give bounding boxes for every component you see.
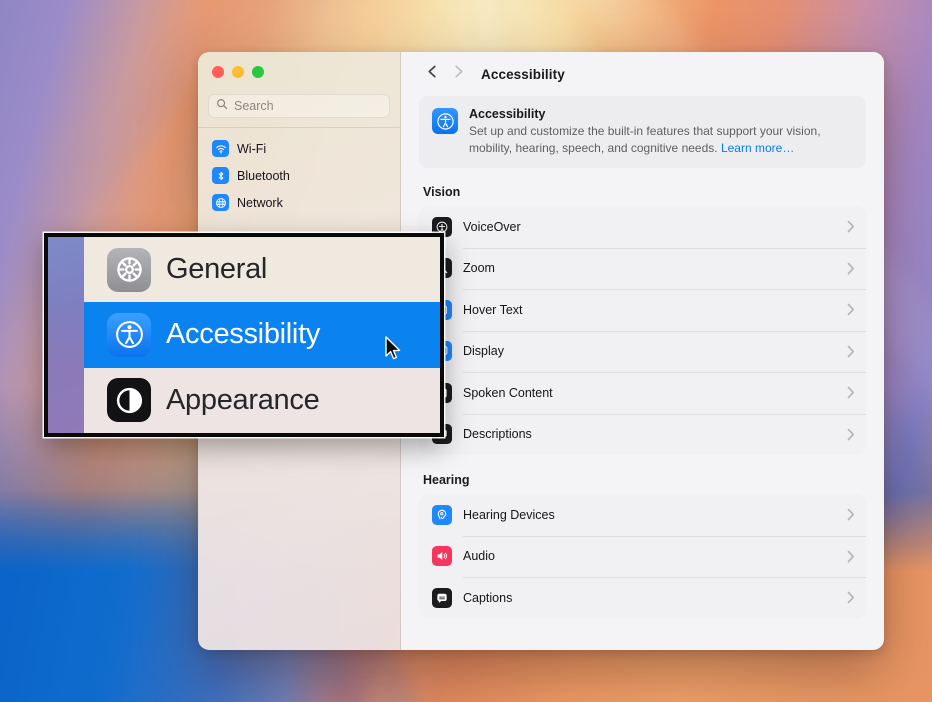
pref-row-label: Zoom <box>463 261 495 276</box>
callout-row-appearance[interactable]: Appearance <box>84 367 440 433</box>
section-title-hearing: Hearing <box>423 473 470 488</box>
sidebar-item-bluetooth[interactable]: Bluetooth <box>206 162 392 189</box>
globe-icon <box>212 194 229 211</box>
chevron-right-icon <box>452 64 465 84</box>
sidebar-item-label: Wi-Fi <box>237 141 267 156</box>
hero-description: Set up and customize the built-in featur… <box>469 123 853 156</box>
close-button[interactable] <box>212 66 224 78</box>
chevron-right-icon <box>847 591 855 604</box>
callout-row-general[interactable]: General <box>84 237 440 303</box>
pref-row-label: Audio <box>463 549 495 564</box>
sidebar-item-wi-fi[interactable]: Wi-Fi <box>206 135 392 162</box>
pref-row-captions[interactable]: Captions <box>419 577 866 619</box>
hearing-device-icon <box>432 504 452 525</box>
chevron-right-icon <box>847 303 855 316</box>
forward-button[interactable] <box>445 61 471 87</box>
settings-sections: Vision VoiceOver Zoom Hover Text Display… <box>419 185 866 619</box>
chevron-left-icon <box>426 64 439 84</box>
search-container: Search <box>198 90 400 127</box>
callout-sidebar-rows: General Accessibility Appearance <box>84 237 440 433</box>
chevron-right-icon <box>847 345 855 358</box>
pref-row-hover-text[interactable]: Hover Text <box>419 289 866 331</box>
section-title-vision: Vision <box>423 185 461 200</box>
chevron-right-icon <box>847 508 855 521</box>
pref-row-descriptions[interactable]: Descriptions <box>419 413 866 456</box>
callout-wallpaper-strip <box>48 237 84 433</box>
pref-row-label: VoiceOver <box>463 219 521 234</box>
sidebar-item-label: Network <box>237 195 283 210</box>
gear-icon <box>107 247 151 292</box>
sidebar-item-label: Bluetooth <box>237 168 290 183</box>
page-title: Accessibility <box>481 66 565 82</box>
accessibility-icon <box>432 108 458 134</box>
audio-icon <box>432 546 452 567</box>
chevron-right-icon <box>847 550 855 563</box>
pref-row-spoken-content[interactable]: Spoken Content <box>419 372 866 414</box>
pref-row-label: Captions <box>463 590 513 605</box>
accessibility-icon <box>107 312 151 357</box>
toolbar: Accessibility <box>401 52 884 96</box>
zoom-button[interactable] <box>252 66 264 78</box>
callout-row-label: Accessibility <box>166 318 321 351</box>
pref-row-audio[interactable]: Audio <box>419 535 866 578</box>
pref-row-label: Display <box>463 344 504 359</box>
pref-row-label: Descriptions <box>463 427 532 442</box>
captions-icon <box>432 587 452 608</box>
section-card: Hearing Devices Audio Captions <box>419 494 866 619</box>
chevron-right-icon <box>847 428 855 441</box>
hero-title: Accessibility <box>469 107 546 121</box>
pref-row-label: Hover Text <box>463 302 523 317</box>
callout-row-accessibility[interactable]: Accessibility <box>84 302 440 368</box>
bluetooth-icon <box>212 167 229 184</box>
pref-row-display[interactable]: Display <box>419 330 866 373</box>
settings-scroll-area: Accessibility Set up and customize the b… <box>401 96 884 650</box>
pref-row-label: Hearing Devices <box>463 507 555 522</box>
pref-row-label: Spoken Content <box>463 385 553 400</box>
wifi-icon <box>212 140 229 157</box>
chevron-right-icon <box>847 220 855 233</box>
callout-row-label: General <box>166 253 268 286</box>
sidebar-item-network[interactable]: Network <box>206 189 392 216</box>
search-icon <box>216 97 228 115</box>
section-card: VoiceOver Zoom Hover Text Display Spoken… <box>419 206 866 456</box>
appearance-icon <box>107 378 151 423</box>
search-placeholder: Search <box>234 99 274 113</box>
magnified-callout: General Accessibility Appearance <box>44 233 444 437</box>
content-pane: Accessibility Accessibility Set up and c… <box>401 52 884 650</box>
window-traffic-lights <box>198 52 400 90</box>
minimize-button[interactable] <box>232 66 244 78</box>
pref-row-hearing-devices[interactable]: Hearing Devices <box>419 494 866 536</box>
search-field[interactable]: Search <box>208 94 390 118</box>
learn-more-link[interactable]: Learn more… <box>721 141 794 155</box>
pref-row-voiceover[interactable]: VoiceOver <box>419 206 866 248</box>
callout-row-label: Appearance <box>166 383 320 416</box>
accessibility-hero-card: Accessibility Set up and customize the b… <box>419 96 866 169</box>
pref-row-zoom[interactable]: Zoom <box>419 247 866 290</box>
chevron-right-icon <box>847 386 855 399</box>
sidebar-group: Wi-Fi Bluetooth Network <box>206 135 392 216</box>
back-button[interactable] <box>419 61 445 87</box>
chevron-right-icon <box>847 262 855 275</box>
